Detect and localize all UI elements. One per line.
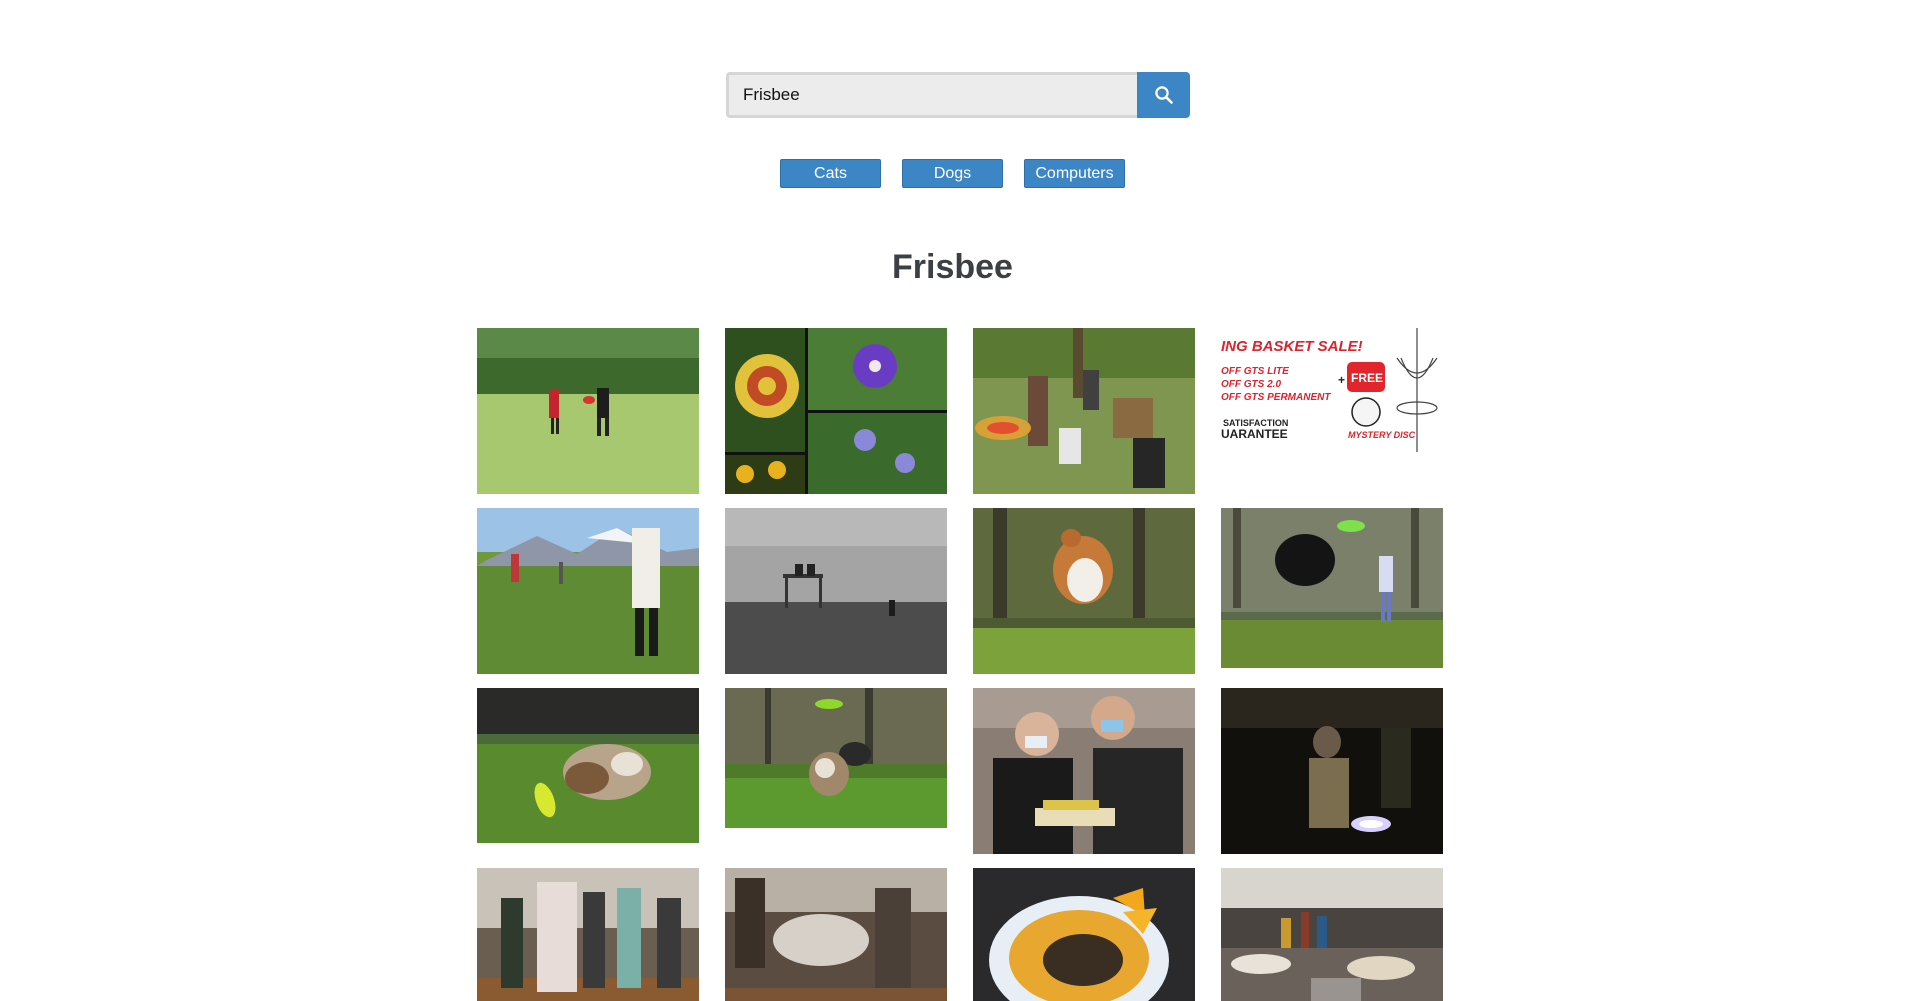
image-result-black-dog[interactable] [1221,508,1443,668]
image-result-night[interactable] [1221,688,1443,854]
black-dog-image [1221,508,1443,668]
students-image [973,688,1195,854]
indoor-bend-image [725,868,947,1001]
dog-run-image [725,688,947,828]
search-input[interactable] [726,72,1137,118]
kitchen-image [1221,868,1443,1001]
dog-catch-image [477,688,699,843]
image-result-dog-catch[interactable] [477,688,699,843]
ad-line-3: OFF GTS PERMANENT [1221,392,1331,403]
filter-button-cats[interactable]: Cats [780,159,881,188]
bw-lake-image [725,508,947,674]
basket-sale-ad-image: ING BASKET SALE! OFF GTS LITE OFF GTS 2.… [1221,328,1443,452]
image-result-park-group[interactable] [973,328,1195,494]
dog-jump-image [973,508,1195,674]
image-result-indoor-bend[interactable] [725,868,947,1001]
ad-line-2: OFF GTS 2.0 [1221,379,1281,390]
frisbee-players-image [477,328,699,494]
image-result-kitchen[interactable] [1221,868,1443,1001]
search-bar [726,72,1190,118]
results-title: Frisbee [892,248,1013,286]
park-group-image [973,328,1195,494]
ad-free: FREE [1351,371,1383,385]
search-button[interactable] [1137,72,1190,118]
ad-headline: ING BASKET SALE! [1221,338,1363,355]
ad-mystery: MYSTERY DISC [1348,430,1416,440]
night-image [1221,688,1443,854]
filter-button-dogs[interactable]: Dogs [902,159,1003,188]
image-result-flower-collage[interactable] [725,328,947,494]
indoor-group-image [477,868,699,1001]
flower-collage-image [725,328,947,494]
disc-golf-image [477,508,699,674]
search-icon [1154,86,1173,104]
image-result-students[interactable] [973,688,1195,854]
image-result-dog-jump[interactable] [973,508,1195,674]
quick-filters: Cats Dogs Computers [0,159,1905,188]
filter-button-computers[interactable]: Computers [1024,159,1125,188]
image-result-food-plate[interactable] [973,868,1195,1001]
ad-line-5: UARANTEE [1221,427,1288,441]
image-result-indoor-group[interactable] [477,868,699,1001]
ad-line-1: OFF GTS LITE [1221,366,1289,377]
image-result-dog-run[interactable] [725,688,947,828]
image-result-basket-sale-ad[interactable]: ING BASKET SALE! OFF GTS LITE OFF GTS 2.… [1221,328,1443,452]
image-result-field-players[interactable] [477,328,699,494]
ad-plus: + [1338,373,1345,387]
image-grid: ING BASKET SALE! OFF GTS LITE OFF GTS 2.… [477,328,1445,1001]
image-result-bw-lake[interactable] [725,508,947,674]
page: Cats Dogs Computers Frisbee [0,0,1905,1001]
image-result-disc-golf[interactable] [477,508,699,674]
food-plate-image [973,868,1195,1001]
